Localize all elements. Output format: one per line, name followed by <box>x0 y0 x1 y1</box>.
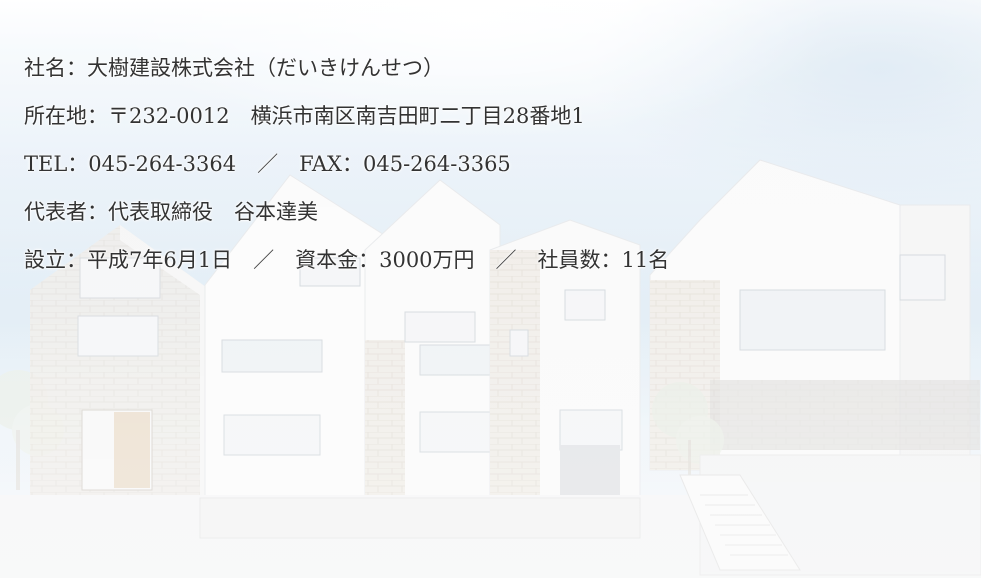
contact-row: TEL：045-264-3364 ／ FAX：045-264-3365 <box>24 144 669 192</box>
employees-label: 社員数： <box>537 248 622 272</box>
company-info-list: 社名：大樹建設株式会社（だいきけんせつ） 所在地：〒232-0012 横浜市南区… <box>24 48 669 288</box>
separator: ／ <box>232 248 296 272</box>
capital-label: 資本金： <box>295 248 380 272</box>
representative-row: 代表者：代表取締役 谷本達美 <box>24 192 669 240</box>
separator: ／ <box>236 152 300 176</box>
company-info-panel: 社名：大樹建設株式会社（だいきけんせつ） 所在地：〒232-0012 横浜市南区… <box>0 0 981 578</box>
representative-label: 代表者： <box>24 200 108 224</box>
fax-label: FAX： <box>299 152 363 176</box>
profile-row: 設立：平成7年6月1日 ／ 資本金：3000万円 ／ 社員数：11名 <box>24 240 669 288</box>
company-name-label: 社名： <box>24 56 87 80</box>
address-value: 〒232-0012 横浜市南区南吉田町二丁目28番地1 <box>108 104 585 128</box>
company-name-value: 大樹建設株式会社（だいきけんせつ） <box>87 56 444 80</box>
representative-value: 代表取締役 谷本達美 <box>108 200 318 224</box>
founded-value: 平成7年6月1日 <box>87 248 233 272</box>
address-label: 所在地： <box>24 104 108 128</box>
employees-value: 11名 <box>621 248 670 272</box>
founded-label: 設立： <box>24 248 87 272</box>
separator: ／ <box>474 248 538 272</box>
address-row: 所在地：〒232-0012 横浜市南区南吉田町二丁目28番地1 <box>24 96 669 144</box>
fax-value: 045-264-3365 <box>362 152 511 176</box>
tel-label: TEL： <box>24 152 89 176</box>
tel-value: 045-264-3364 <box>88 152 237 176</box>
capital-value: 3000万円 <box>379 248 475 272</box>
company-name-row: 社名：大樹建設株式会社（だいきけんせつ） <box>24 48 669 96</box>
